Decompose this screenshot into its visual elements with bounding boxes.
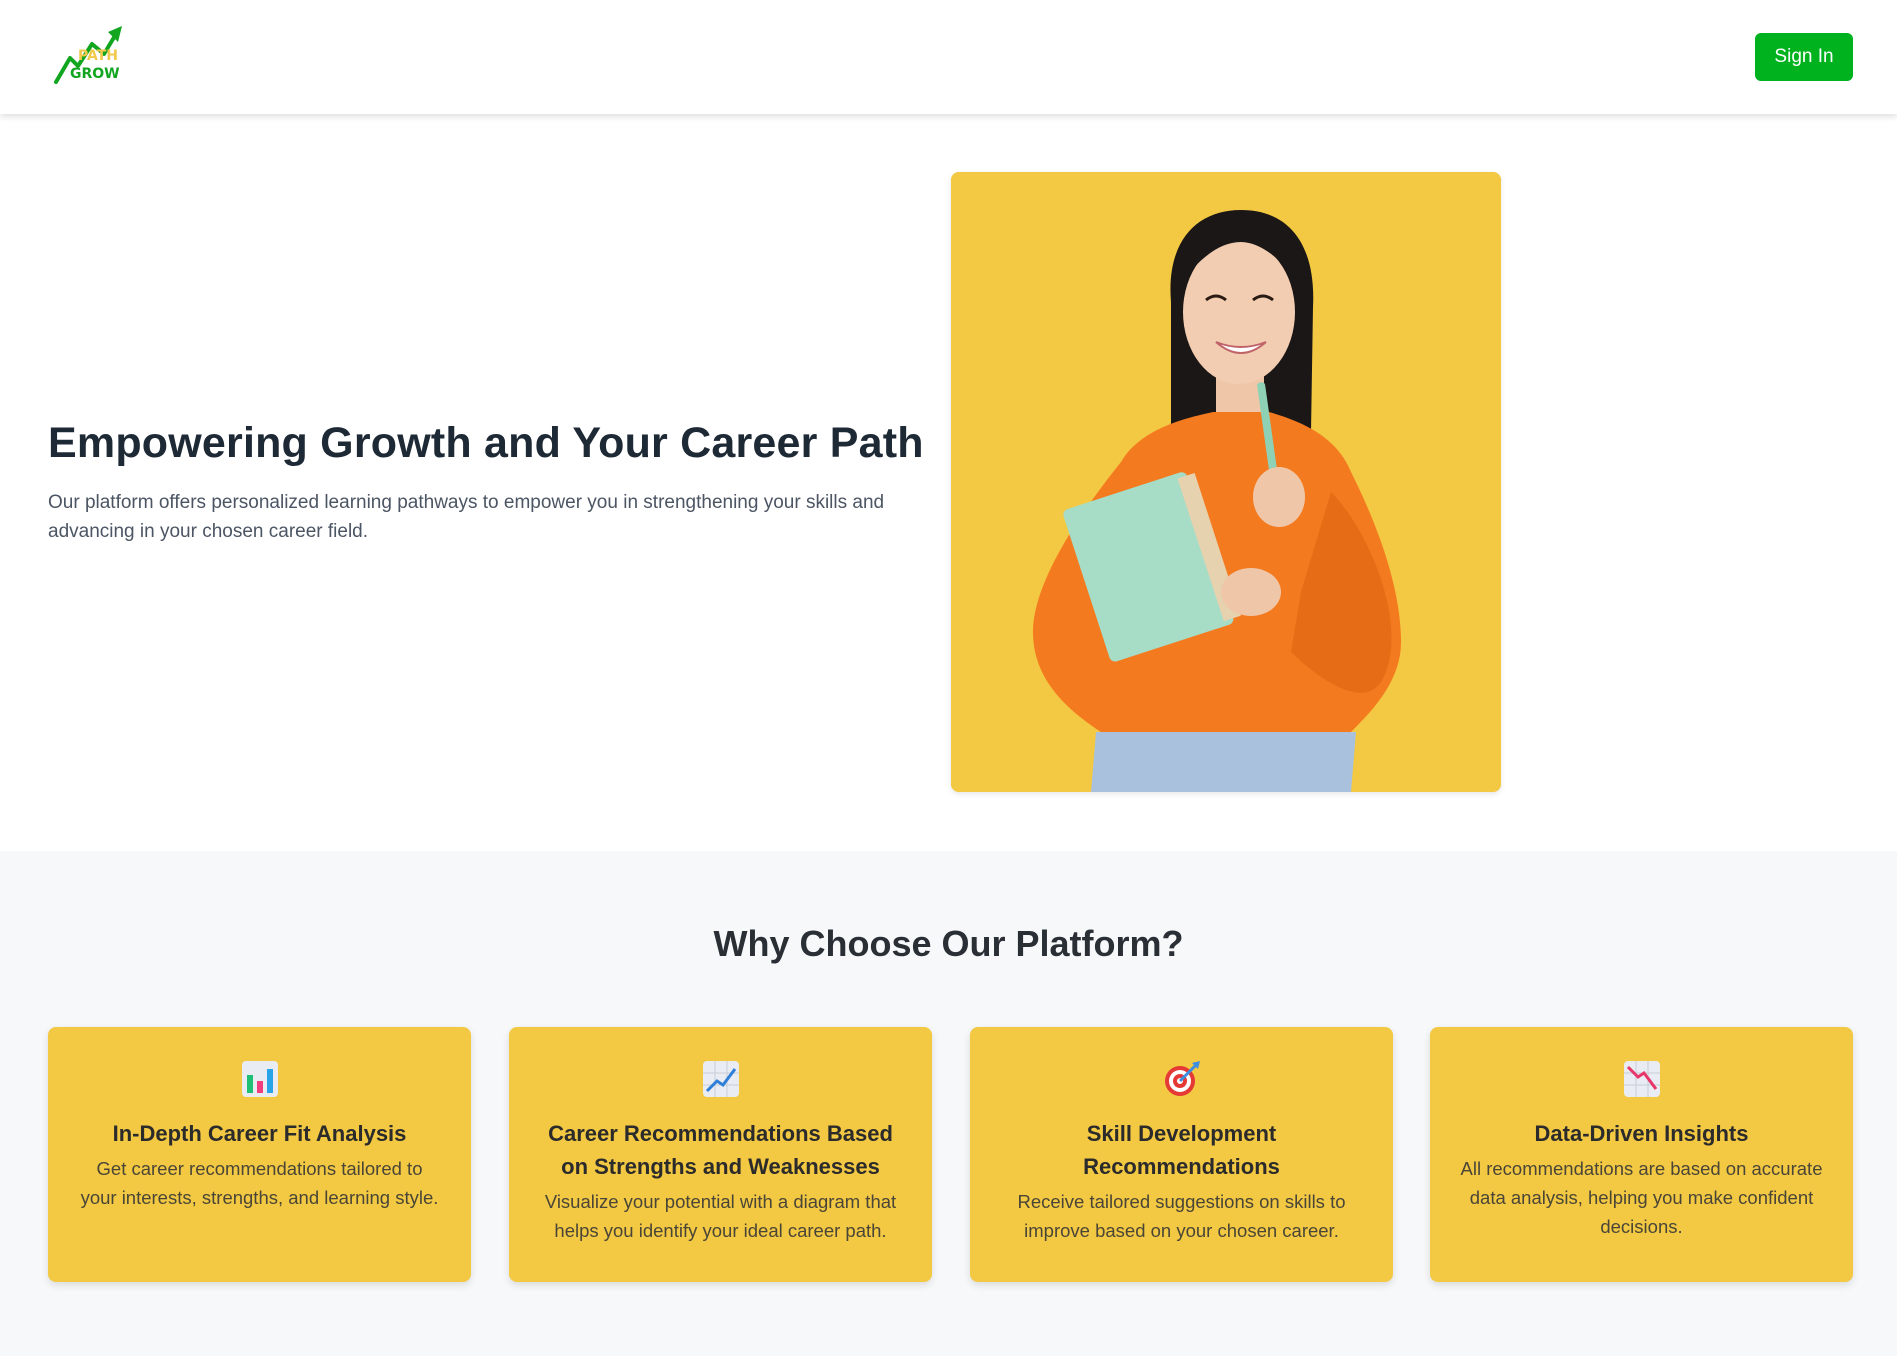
feature-card-skill-development: Skill Development Recommendations Receiv…	[970, 1027, 1393, 1282]
student-illustration	[951, 172, 1501, 792]
feature-card-description: All recommendations are based on accurat…	[1460, 1158, 1823, 1237]
chart-increasing-icon	[702, 1061, 739, 1097]
feature-card-career-fit: In-Depth Career Fit Analysis Get career …	[48, 1027, 471, 1282]
hero-description: Our platform offers personalized learnin…	[48, 491, 885, 542]
target-icon	[1164, 1061, 1200, 1096]
feature-card-data-insights: Data-Driven Insights All recommendations…	[1430, 1027, 1853, 1282]
path-grow-logo[interactable]: PATH GROW	[52, 22, 126, 88]
feature-card-title: Skill Development Recommendations	[1083, 1121, 1280, 1179]
feature-card-title: Career Recommendations Based on Strength…	[548, 1121, 893, 1179]
hero-image	[951, 172, 1501, 792]
features-title: Why Choose Our Platform?	[713, 923, 1184, 964]
feature-card-description: Receive tailored suggestions on skills t…	[1017, 1191, 1346, 1241]
feature-card-description: Visualize your potential with a diagram …	[544, 1191, 897, 1241]
feature-card-recommendations: Career Recommendations Based on Strength…	[509, 1027, 932, 1282]
logo-text-bottom: GROW	[70, 66, 120, 82]
sign-in-button[interactable]: Sign In	[1755, 33, 1853, 81]
logo-text-top: PATH	[78, 48, 118, 64]
feature-card-title: In-Depth Career Fit Analysis	[112, 1121, 407, 1146]
chart-decreasing-icon	[1623, 1061, 1660, 1097]
feature-card-title: Data-Driven Insights	[1534, 1121, 1749, 1146]
feature-card-description: Get career recommendations tailored to y…	[80, 1158, 439, 1208]
bar-chart-icon	[241, 1061, 278, 1097]
hero-title: Empowering Growth and Your Career Path	[48, 419, 924, 467]
hero-section: Empowering Growth and Your Career Path O…	[0, 114, 1897, 851]
site-header: PATH GROW Sign In	[0, 0, 1897, 114]
features-section: Why Choose Our Platform? In-Depth Career…	[0, 851, 1897, 1356]
hero-text: Empowering Growth and Your Career Path O…	[48, 418, 948, 546]
